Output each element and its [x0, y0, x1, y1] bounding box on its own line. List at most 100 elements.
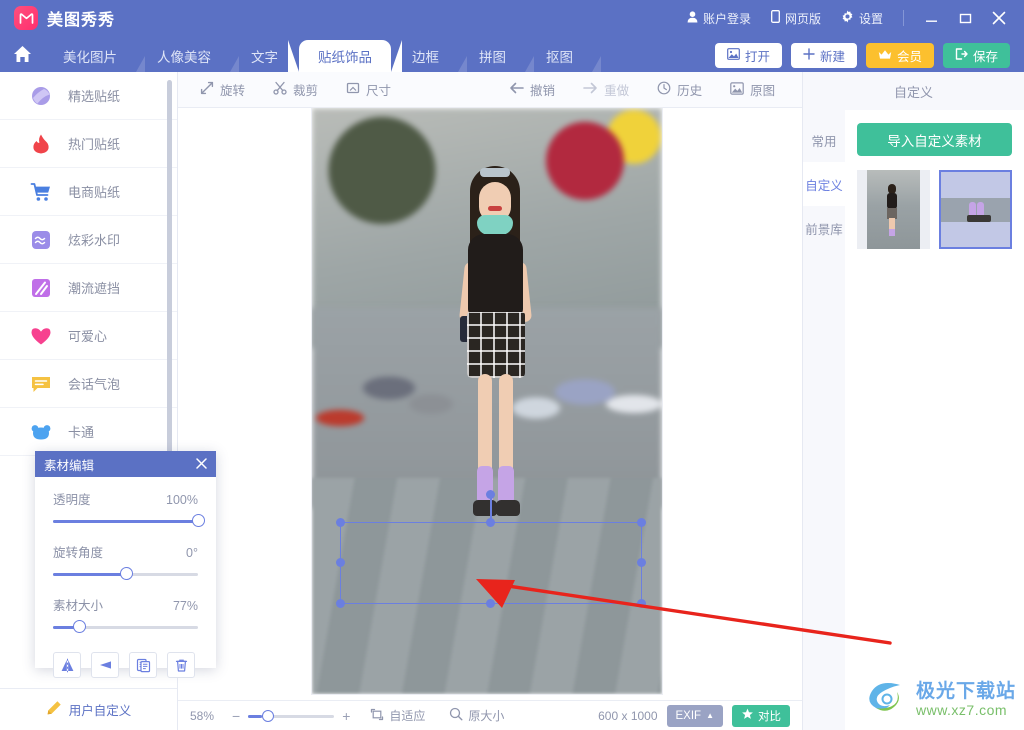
- flip-horizontal-icon[interactable]: [53, 652, 81, 678]
- sidebar-item-label: 炫彩水印: [68, 233, 121, 248]
- right-tab-label: 自定义: [805, 178, 843, 193]
- resize-handle-middle-right[interactable]: [637, 558, 646, 567]
- zoom-in-button[interactable]: +: [334, 708, 358, 724]
- resize-handle-bottom-center[interactable]: [486, 599, 495, 608]
- sidebar-item-speech-bubble[interactable]: 会话气泡: [0, 360, 177, 408]
- new-button[interactable]: 新建: [790, 43, 857, 68]
- sidebar-item-label: 精选贴纸: [68, 89, 121, 104]
- user-icon: [687, 10, 698, 26]
- save-exit-icon: [955, 48, 968, 63]
- material-size-row: 素材大小 77%: [53, 595, 198, 614]
- right-panel-body: 常用 自定义 前景库 导入自定义素材: [803, 110, 1024, 730]
- copy-icon[interactable]: [129, 652, 157, 678]
- resize-handle-bottom-left[interactable]: [336, 599, 345, 608]
- size-tool[interactable]: 尺寸: [332, 80, 405, 99]
- original-image-tool[interactable]: 原图: [716, 80, 789, 99]
- cartoon-bear-icon: [30, 421, 52, 443]
- tab-meihua-tupian[interactable]: 美化图片: [44, 40, 145, 72]
- minimize-icon[interactable]: [914, 0, 948, 36]
- tab-tiezhi-shipin[interactable]: 贴纸饰品: [288, 40, 402, 72]
- settings-button[interactable]: 设置: [831, 0, 893, 36]
- zoom-slider[interactable]: [248, 709, 335, 722]
- open-button[interactable]: 打开: [714, 43, 782, 68]
- import-custom-material-button[interactable]: 导入自定义素材: [857, 123, 1012, 156]
- speech-bubble-icon: [30, 373, 52, 395]
- vip-button[interactable]: 会员: [865, 43, 934, 68]
- rotation-slider[interactable]: [53, 567, 198, 581]
- sidebar-item-cartoon[interactable]: 卡通: [0, 408, 177, 456]
- compare-button[interactable]: 对比: [732, 704, 790, 727]
- material-edit-panel[interactable]: 素材编辑 透明度 100% 旋转角度 0° 素材大小 77%: [35, 451, 216, 678]
- zoom-slider-knob[interactable]: [262, 709, 275, 722]
- watermark-site-name: 极光下载站: [915, 680, 1016, 702]
- heart-icon: [30, 325, 52, 347]
- rotate-handle[interactable]: [486, 490, 495, 499]
- material-panel-header: 素材编辑: [35, 451, 216, 477]
- user-custom-button[interactable]: 用户自定义: [0, 688, 177, 730]
- sidebar-item-featured-sticker[interactable]: 精选贴纸: [0, 72, 177, 120]
- rotate-tool[interactable]: 旋转: [186, 80, 259, 99]
- sidebar-item-trend-cover[interactable]: 潮流遮挡: [0, 264, 177, 312]
- material-size-slider[interactable]: [53, 620, 198, 634]
- crop-tool[interactable]: 裁剪: [259, 80, 332, 99]
- history-tool[interactable]: 历史: [643, 80, 716, 99]
- tab-biankuang[interactable]: 边框: [393, 40, 467, 72]
- opacity-row: 透明度 100%: [53, 489, 198, 508]
- sidebar-item-hot-sticker[interactable]: 热门贴纸: [0, 120, 177, 168]
- rotation-row: 旋转角度 0°: [53, 542, 198, 561]
- opacity-slider[interactable]: [53, 514, 205, 528]
- slider-knob[interactable]: [119, 567, 133, 580]
- trash-icon[interactable]: [167, 652, 195, 678]
- main-tab-bar: 美化图片 人像美容 文字 贴纸饰品 边框 拼图 抠图 打开 新建 会员 保存: [0, 36, 1024, 72]
- right-tab-foreground-library[interactable]: 前景库: [803, 206, 845, 250]
- status-bar-right: 600 x 1000 EXIF ▲ 对比: [598, 704, 790, 727]
- sidebar-item-ecommerce-sticker[interactable]: 电商贴纸: [0, 168, 177, 216]
- home-icon[interactable]: [0, 36, 44, 72]
- right-tab-common[interactable]: 常用: [803, 118, 845, 162]
- slider-knob[interactable]: [73, 620, 87, 633]
- resize-handle-top-left[interactable]: [336, 518, 345, 527]
- resize-handle-top-right[interactable]: [637, 518, 646, 527]
- resize-handle-middle-left[interactable]: [336, 558, 345, 567]
- star-compare-icon: [741, 708, 754, 723]
- slider-knob[interactable]: [192, 514, 205, 527]
- undo-tool[interactable]: 撤销: [495, 80, 569, 99]
- tab-label: 抠图: [546, 50, 573, 65]
- thumbnail-legs-crop[interactable]: [939, 170, 1012, 249]
- fit-to-screen-button[interactable]: 自适应: [358, 707, 437, 724]
- size-label: 尺寸: [366, 84, 392, 98]
- redo-label: 重做: [604, 84, 630, 98]
- web-version-button[interactable]: 网页版: [761, 0, 831, 36]
- exif-button[interactable]: EXIF ▲: [666, 704, 723, 727]
- resize-icon: [346, 81, 360, 98]
- fit-screen-icon: [370, 708, 384, 724]
- zoom-out-button[interactable]: −: [224, 708, 248, 724]
- aurora-swoosh-icon: [864, 677, 910, 722]
- resize-handle-top-center[interactable]: [486, 518, 495, 527]
- open-button-label: 打开: [744, 50, 770, 64]
- tab-label: 边框: [412, 50, 439, 65]
- right-tab-custom[interactable]: 自定义: [803, 162, 845, 206]
- account-login-button[interactable]: 账户登录: [677, 0, 761, 36]
- canvas-area[interactable]: [178, 108, 802, 700]
- resize-handle-bottom-right[interactable]: [637, 599, 646, 608]
- sidebar-item-colorful-watermark[interactable]: 炫彩水印: [0, 216, 177, 264]
- thumbnail-full-photo[interactable]: [857, 170, 930, 249]
- tab-renxiang-meirong[interactable]: 人像美容: [138, 40, 239, 72]
- close-icon[interactable]: [982, 0, 1016, 36]
- edit-toolbar: 旋转 裁剪 尺寸 撤销 重做 历史 原图: [178, 72, 802, 108]
- save-button[interactable]: 保存: [942, 43, 1010, 68]
- tablet-icon: [771, 10, 780, 26]
- sidebar-item-cute-heart[interactable]: 可爱心: [0, 312, 177, 360]
- actual-size-button[interactable]: 原大小: [437, 707, 516, 724]
- tab-pintu[interactable]: 拼图: [460, 40, 534, 72]
- tab-label: 贴纸饰品: [318, 50, 372, 65]
- sticker-selection-box[interactable]: [336, 490, 646, 608]
- canvas-board[interactable]: [312, 108, 662, 694]
- redo-tool[interactable]: 重做: [569, 80, 643, 99]
- rotation-value: 0°: [186, 546, 198, 560]
- maximize-icon[interactable]: [948, 0, 982, 36]
- close-icon[interactable]: [196, 457, 207, 472]
- tab-koutu[interactable]: 抠图: [527, 40, 601, 72]
- flip-vertical-icon[interactable]: [91, 652, 119, 678]
